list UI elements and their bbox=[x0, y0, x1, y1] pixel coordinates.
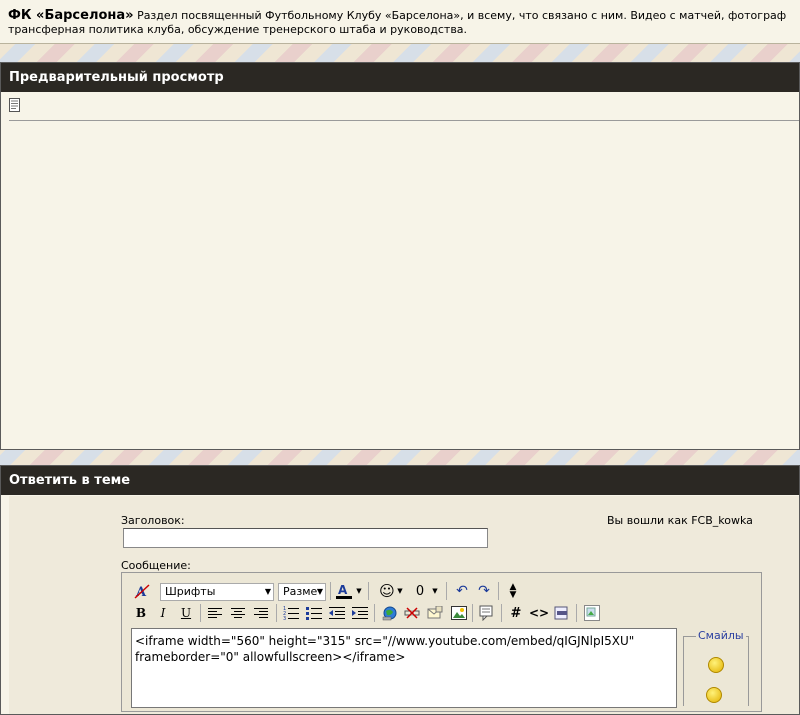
message-textarea[interactable]: <iframe width="560" height="315" src="//… bbox=[131, 628, 677, 708]
indent-icon[interactable] bbox=[350, 603, 370, 623]
remove-format-icon[interactable]: A bbox=[132, 581, 152, 601]
resize-editor-icon[interactable]: ▲ ▼ bbox=[503, 581, 523, 601]
chevron-down-icon[interactable]: ▼ bbox=[354, 581, 364, 601]
logged-in-text: Вы вошли как FCB_kowka bbox=[607, 514, 753, 527]
align-right-icon[interactable] bbox=[251, 603, 271, 623]
font-select-value: Шрифты bbox=[165, 585, 216, 598]
svg-text:A: A bbox=[338, 583, 348, 597]
smiley-icon[interactable] bbox=[706, 687, 722, 703]
text-color-icon[interactable]: A bbox=[334, 581, 354, 601]
chevron-down-icon[interactable]: ▼ bbox=[395, 581, 405, 601]
smiles-legend: Смайлы bbox=[696, 629, 746, 642]
forum-description-line2: трансферная политика клуба, обсуждение т… bbox=[8, 23, 468, 36]
underline-button[interactable]: U bbox=[176, 603, 196, 623]
link-globe-icon[interactable] bbox=[380, 603, 400, 623]
chevron-down-icon[interactable]: ▼ bbox=[430, 581, 440, 601]
toolbar-separator bbox=[374, 604, 375, 622]
preview-panel: Предварительный просмотр bbox=[0, 62, 800, 450]
forum-description: Раздел посвященный Футбольному Клубу «Ба… bbox=[137, 9, 787, 22]
unlink-icon[interactable] bbox=[402, 603, 422, 623]
undo-icon[interactable]: ↶ bbox=[452, 581, 472, 601]
title-input[interactable] bbox=[123, 528, 488, 548]
quote-icon[interactable] bbox=[477, 603, 497, 623]
reply-heading: Ответить в теме bbox=[1, 466, 799, 495]
toolbar-separator bbox=[501, 604, 502, 622]
numbered-list-icon[interactable]: 123 bbox=[281, 603, 301, 623]
forum-header: ФК «Барселона» Раздел посвященный Футбол… bbox=[0, 0, 800, 44]
toolbar-separator bbox=[576, 604, 577, 622]
title-label: Заголовок: bbox=[121, 514, 185, 527]
message-label: Сообщение: bbox=[121, 559, 191, 572]
preview-heading: Предварительный просмотр bbox=[1, 63, 799, 92]
code-icon[interactable]: <> bbox=[529, 603, 549, 623]
php-code-icon[interactable] bbox=[552, 603, 572, 623]
toolbar-separator bbox=[368, 582, 369, 600]
smiley-insert-icon[interactable]: ☺ bbox=[377, 581, 397, 601]
broken-image-icon[interactable] bbox=[582, 603, 602, 623]
toolbar-separator bbox=[498, 582, 499, 600]
outdent-icon[interactable] bbox=[327, 603, 347, 623]
align-left-icon[interactable] bbox=[205, 603, 225, 623]
toolbar-separator bbox=[446, 582, 447, 600]
bullet-list-icon[interactable] bbox=[304, 603, 324, 623]
preview-body bbox=[1, 92, 799, 449]
toolbar-separator bbox=[200, 604, 201, 622]
chevron-down-icon: ▼ bbox=[316, 587, 323, 596]
hashtag-icon[interactable]: # bbox=[506, 603, 526, 623]
toolbar-separator bbox=[472, 604, 473, 622]
size-select[interactable]: Разме ▼ bbox=[278, 583, 326, 601]
forum-title[interactable]: ФК «Барселона» bbox=[8, 8, 134, 23]
preview-divider bbox=[9, 120, 799, 121]
smiles-panel: Смайлы bbox=[683, 629, 749, 706]
redo-icon[interactable]: ↷ bbox=[474, 581, 494, 601]
svg-text:3: 3 bbox=[283, 616, 286, 620]
document-icon bbox=[9, 98, 20, 112]
toolbar-separator bbox=[276, 604, 277, 622]
align-center-icon[interactable] bbox=[228, 603, 248, 623]
font-select[interactable]: Шрифты ▼ bbox=[160, 583, 274, 601]
italic-button[interactable]: I bbox=[153, 603, 173, 623]
bold-button[interactable]: B bbox=[131, 603, 151, 623]
email-icon[interactable] bbox=[425, 603, 445, 623]
chevron-down-icon: ▼ bbox=[264, 587, 271, 596]
toolbar-separator bbox=[330, 582, 331, 600]
size-select-value: Разме bbox=[283, 585, 318, 598]
insert-image-icon[interactable] bbox=[449, 603, 469, 623]
attachment-icon[interactable]: 0 bbox=[410, 581, 430, 601]
sad-smiley-icon[interactable] bbox=[708, 657, 724, 673]
